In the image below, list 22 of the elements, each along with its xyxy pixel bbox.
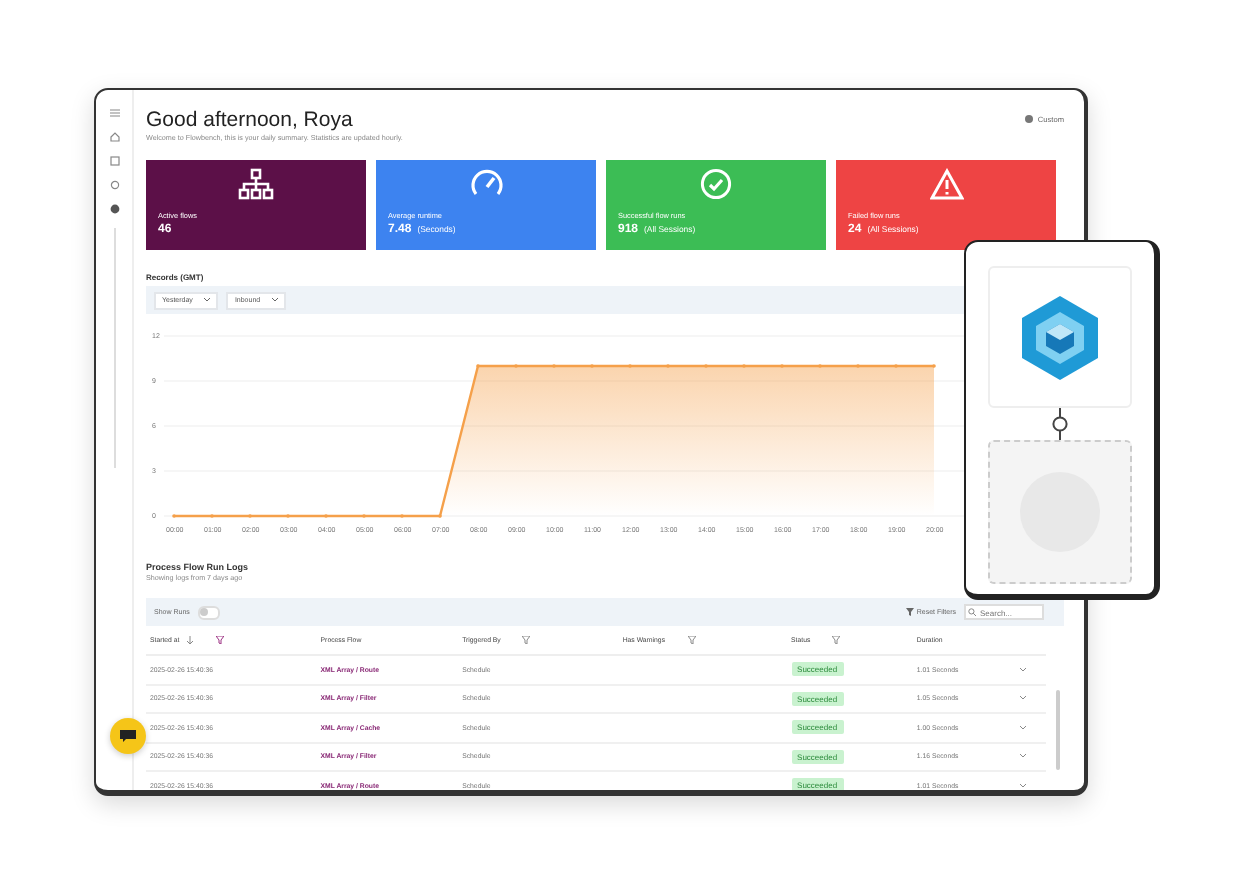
chat-icon [120, 730, 136, 742]
grid-icon[interactable] [109, 156, 119, 166]
node-card[interactable] [988, 266, 1132, 408]
filter-icon [687, 636, 696, 644]
empty-node-slot[interactable] [988, 440, 1132, 584]
toggle-switch[interactable] [197, 605, 220, 619]
filter-icon [215, 636, 224, 644]
scrollbar[interactable] [1056, 690, 1060, 770]
filter-icon [905, 608, 914, 616]
warning-icon [929, 168, 963, 200]
chat-button[interactable] [110, 718, 146, 754]
cube-logo-icon [1020, 293, 1100, 381]
sort-icon [185, 636, 194, 644]
filter-icon [522, 636, 531, 644]
search-icon [968, 608, 976, 616]
home-icon[interactable] [109, 132, 119, 142]
speedometer-icon [469, 168, 503, 200]
connector-icon [1052, 408, 1068, 440]
greeting-title: Good afternoon, Roya [146, 108, 355, 132]
filter-icon [832, 636, 841, 644]
hierarchy-icon [238, 168, 274, 200]
check-circle-icon [700, 168, 732, 200]
